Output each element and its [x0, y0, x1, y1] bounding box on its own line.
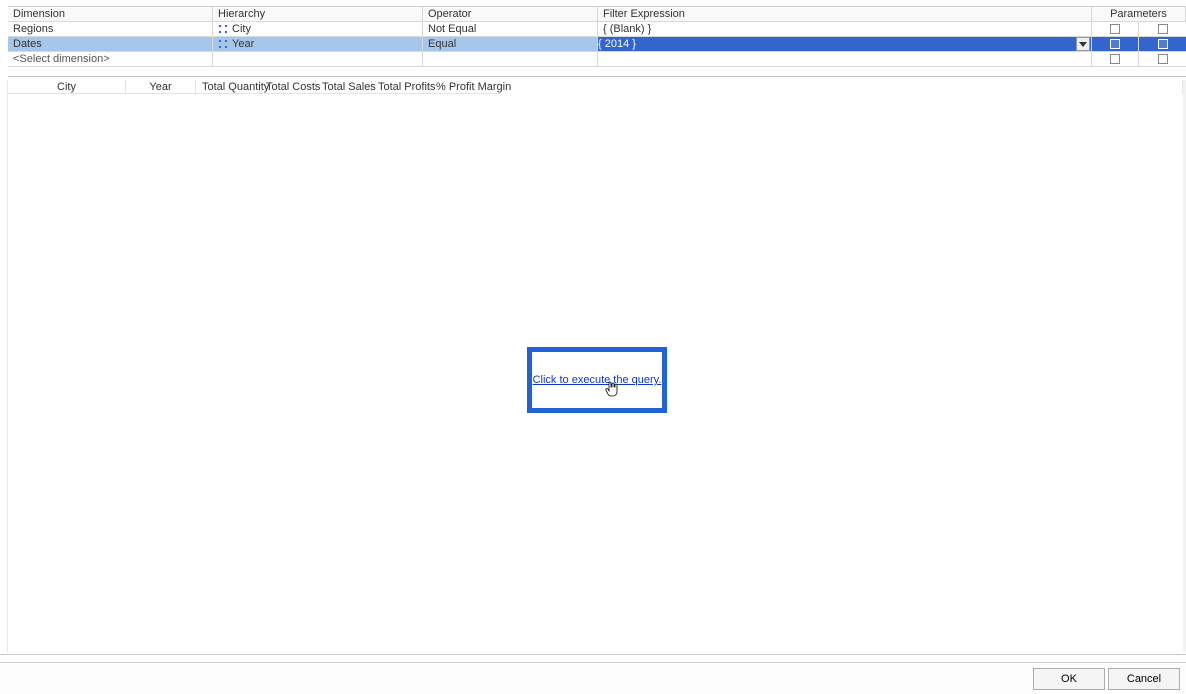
cell-dimension-placeholder[interactable]: <Select dimension>	[8, 52, 213, 66]
hierarchy-icon	[218, 24, 228, 34]
cell-param-checkbox-2[interactable]	[1139, 22, 1186, 36]
chevron-down-icon	[1079, 42, 1087, 47]
filter-grid: Dimension Hierarchy Operator Filter Expr…	[8, 6, 1186, 67]
cell-operator[interactable]: Not Equal	[423, 22, 598, 36]
filter-expression-dropdown-button[interactable]	[1076, 37, 1090, 51]
cancel-button[interactable]: Cancel	[1108, 668, 1180, 690]
checkbox-icon	[1158, 24, 1168, 34]
cell-filter-expression[interactable]	[598, 52, 1092, 66]
cell-hierarchy-label: Year	[232, 37, 254, 51]
filter-row[interactable]: Regions City Not Equal { (Blank) }	[8, 22, 1186, 37]
grid-bottom-border	[8, 75, 1186, 77]
result-columns-header: City Year Total Quantity Total Costs Tot…	[8, 80, 500, 94]
left-gutter	[0, 80, 8, 652]
cell-param-checkbox-1[interactable]	[1092, 22, 1139, 36]
cell-dimension[interactable]: Regions	[8, 22, 213, 36]
header-hierarchy[interactable]: Hierarchy	[213, 7, 423, 21]
checkbox-icon	[1110, 54, 1120, 64]
checkbox-icon	[1158, 39, 1168, 49]
cell-filter-expression[interactable]: { (Blank) }	[598, 22, 1092, 36]
cell-hierarchy[interactable]	[213, 52, 423, 66]
cell-param-checkbox-2[interactable]	[1139, 52, 1186, 66]
filter-grid-header-row: Dimension Hierarchy Operator Filter Expr…	[8, 7, 1186, 22]
header-parameters[interactable]: Parameters	[1092, 7, 1186, 21]
cell-dimension[interactable]: Dates	[8, 37, 213, 51]
execute-query-box: Click to execute the query.	[527, 347, 667, 413]
checkbox-icon	[1110, 39, 1120, 49]
cell-operator[interactable]	[423, 52, 598, 66]
execute-query-link[interactable]: Click to execute the query.	[533, 374, 662, 386]
cell-operator[interactable]: Equal	[423, 37, 598, 51]
cell-param-checkbox-1[interactable]	[1092, 37, 1139, 51]
col-total-costs[interactable]: Total Costs	[260, 80, 316, 93]
header-filter-expression[interactable]: Filter Expression	[598, 7, 1092, 21]
col-total-quantity[interactable]: Total Quantity	[196, 80, 260, 93]
filter-row[interactable]: Dates Year Equal	[8, 37, 1186, 52]
col-profit-margin[interactable]: % Profit Margin	[430, 80, 500, 93]
cell-hierarchy[interactable]: City	[213, 22, 423, 36]
hierarchy-icon	[218, 39, 228, 49]
col-year[interactable]: Year	[126, 80, 196, 93]
cell-filter-expression[interactable]	[598, 37, 1092, 51]
cell-param-checkbox-2[interactable]	[1139, 37, 1186, 51]
header-dimension[interactable]: Dimension	[8, 7, 213, 21]
dialog-footer: OK Cancel	[0, 662, 1186, 694]
footer-separator	[0, 654, 1186, 660]
cell-filter-expression-value: { (Blank) }	[598, 22, 1091, 36]
cell-param-checkbox-1[interactable]	[1092, 52, 1139, 66]
checkbox-icon	[1158, 54, 1168, 64]
cell-hierarchy-label: City	[232, 22, 251, 36]
col-total-sales[interactable]: Total Sales	[316, 80, 372, 93]
filter-expression-input[interactable]	[598, 37, 1076, 51]
col-total-profits[interactable]: Total Profits	[372, 80, 430, 93]
ok-button[interactable]: OK	[1033, 668, 1105, 690]
col-city[interactable]: City	[8, 80, 126, 93]
checkbox-icon	[1110, 24, 1120, 34]
header-operator[interactable]: Operator	[423, 7, 598, 21]
query-preview-pane: Click to execute the query.	[8, 94, 1183, 652]
cell-hierarchy[interactable]: Year	[213, 37, 423, 51]
filter-row-new[interactable]: <Select dimension>	[8, 52, 1186, 67]
